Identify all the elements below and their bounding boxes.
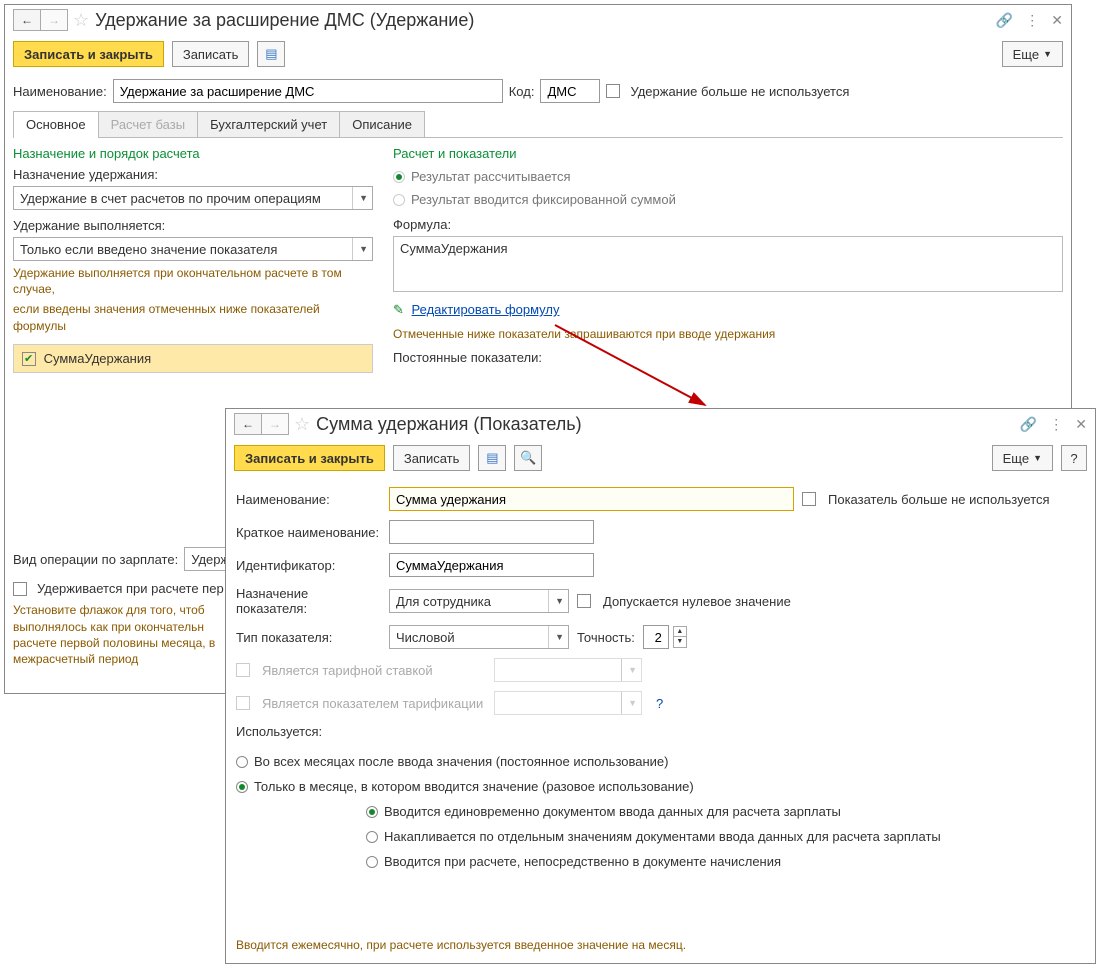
close-icon[interactable]: ✕	[1075, 416, 1087, 433]
precision-input[interactable]	[643, 625, 669, 649]
more-button[interactable]: Еще▼	[992, 445, 1053, 471]
tariff-ind-checkbox	[236, 696, 250, 710]
purpose-dropdown[interactable]: Удержание в счет расчетов по прочим опер…	[13, 186, 373, 210]
more-button[interactable]: Еще▼	[1002, 41, 1063, 67]
first-half-checkbox[interactable]	[13, 582, 27, 596]
tab-main[interactable]: Основное	[13, 111, 99, 137]
favorite-icon[interactable]: ☆	[73, 10, 89, 31]
tab-description[interactable]: Описание	[339, 111, 425, 137]
sub-radio-once[interactable]	[366, 806, 378, 818]
help-button[interactable]: ?	[1061, 445, 1087, 471]
name-label: Наименование:	[13, 84, 107, 99]
indicator-item[interactable]: СуммаУдержания	[13, 344, 373, 374]
save-and-close-button[interactable]: Записать и закрыть	[234, 445, 385, 471]
code-input[interactable]	[540, 79, 600, 103]
name-label: Наименование:	[236, 492, 381, 507]
not-used-checkbox[interactable]	[802, 492, 816, 506]
indicator-form-window: ← → ☆ Сумма удержания (Показатель) 🔗 ⋮ ✕…	[225, 408, 1096, 964]
tariff-rate-checkbox	[236, 663, 250, 677]
const-label: Постоянные показатели:	[393, 350, 1063, 365]
purpose-label: Назначение показателя:	[236, 586, 381, 616]
tariff-rate-label: Является тарифной ставкой	[262, 663, 486, 678]
kebab-icon[interactable]: ⋮	[1025, 12, 1039, 29]
toolbar: Записать и закрыть Записать ▤ Еще▼	[5, 37, 1071, 77]
save-button[interactable]: Записать	[393, 445, 471, 471]
favorite-icon[interactable]: ☆	[294, 414, 310, 435]
formula-field: СуммаУдержания	[393, 236, 1063, 292]
nav-back-button[interactable]: ←	[13, 9, 41, 31]
radio-calc	[393, 171, 405, 183]
link-icon[interactable]: 🔗	[996, 12, 1013, 29]
nav-forward-button[interactable]: →	[261, 413, 289, 435]
exec-note1: Удержание выполняется при окончательном …	[13, 265, 373, 297]
not-used-checkbox[interactable]	[606, 84, 620, 98]
exec-label: Удержание выполняется:	[13, 218, 373, 233]
formula-label: Формула:	[393, 217, 1063, 232]
tariff-ind-label: Является показателем тарификации	[262, 696, 486, 711]
type-label: Тип показателя:	[236, 630, 381, 645]
tabs: Основное Расчет базы Бухгалтерский учет …	[13, 111, 1063, 138]
purpose-dropdown[interactable]: Для сотрудника▼	[389, 589, 569, 613]
section-purpose: Назначение и порядок расчета	[13, 146, 373, 161]
window-title: Сумма удержания (Показатель)	[316, 414, 582, 435]
list-icon-button[interactable]: ▤	[478, 445, 506, 471]
search-icon-button[interactable]: 🔍	[514, 445, 542, 471]
id-label: Идентификатор:	[236, 558, 381, 573]
window-title: Удержание за расширение ДМС (Удержание)	[95, 10, 474, 31]
sub-radio-accumulate[interactable]	[366, 831, 378, 843]
short-name-label: Краткое наименование:	[236, 525, 381, 540]
exec-note2: если введены значения отмеченных ниже по…	[13, 301, 373, 333]
indicator-checkbox[interactable]	[22, 352, 36, 366]
name-input[interactable]	[389, 487, 794, 511]
not-used-label: Показатель больше не используется	[828, 492, 1050, 507]
operation-label: Вид операции по зарплате:	[13, 552, 178, 567]
exec-dropdown[interactable]: Только если введено значение показателя▼	[13, 237, 373, 261]
titlebar: ← → ☆ Сумма удержания (Показатель) 🔗 ⋮ ✕	[226, 409, 1095, 441]
req-note: Отмеченные ниже показатели запрашиваются…	[393, 326, 1063, 342]
type-dropdown[interactable]: Числовой▼	[389, 625, 569, 649]
tab-accounting[interactable]: Бухгалтерский учет	[197, 111, 340, 137]
first-half-label: Удерживается при расчете пер	[37, 581, 224, 596]
radio-fixed	[393, 194, 405, 206]
titlebar: ← → ☆ Удержание за расширение ДМС (Удерж…	[5, 5, 1071, 37]
zero-checkbox[interactable]	[577, 594, 591, 608]
tariff-ind-dropdown: ▼	[494, 691, 642, 715]
tariff-rate-dropdown: ▼	[494, 658, 642, 682]
precision-spinner[interactable]: ▲▼	[673, 626, 687, 648]
purpose-label: Назначение удержания:	[13, 167, 373, 182]
name-input[interactable]	[113, 79, 503, 103]
kebab-icon[interactable]: ⋮	[1049, 416, 1063, 433]
pencil-icon: ✎	[393, 302, 404, 317]
precision-label: Точность:	[577, 630, 635, 645]
section-calc: Расчет и показатели	[393, 146, 1063, 161]
id-input[interactable]	[389, 553, 594, 577]
footer-note: Вводится ежемесячно, при расчете использ…	[236, 937, 686, 953]
zero-label: Допускается нулевое значение	[603, 594, 791, 609]
close-icon[interactable]: ✕	[1051, 12, 1063, 29]
radio-single-month[interactable]	[236, 781, 248, 793]
first-half-help: Установите флажок для того, чтоб выполня…	[13, 602, 233, 667]
toolbar: Записать и закрыть Записать ▤ 🔍 Еще▼ ?	[226, 441, 1095, 481]
help-icon[interactable]: ?	[656, 696, 663, 711]
operation-dropdown[interactable]: Удерж	[184, 547, 229, 571]
nav-forward-button[interactable]: →	[40, 9, 68, 31]
radio-all-months[interactable]	[236, 756, 248, 768]
save-button[interactable]: Записать	[172, 41, 250, 67]
code-label: Код:	[509, 84, 535, 99]
save-and-close-button[interactable]: Записать и закрыть	[13, 41, 164, 67]
short-name-input[interactable]	[389, 520, 594, 544]
not-used-label: Удержание больше не используется	[630, 84, 849, 99]
used-label: Используется:	[236, 724, 1085, 739]
sub-radio-direct[interactable]	[366, 856, 378, 868]
edit-formula-link[interactable]: Редактировать формулу	[412, 302, 560, 317]
link-icon[interactable]: 🔗	[1020, 416, 1037, 433]
nav-back-button[interactable]: ←	[234, 413, 262, 435]
tab-base[interactable]: Расчет базы	[98, 111, 199, 137]
list-icon-button[interactable]: ▤	[257, 41, 285, 67]
